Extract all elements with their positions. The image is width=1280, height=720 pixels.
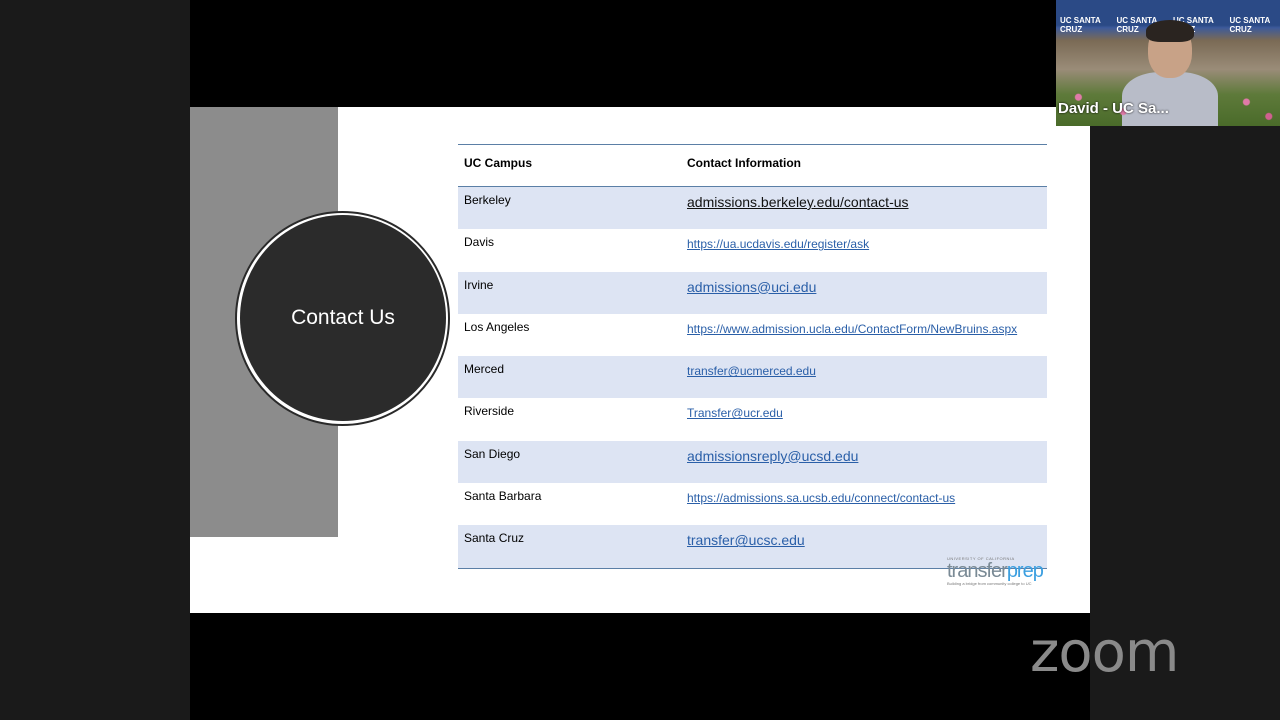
participant-hair [1146,20,1194,42]
contact-link[interactable]: https://admissions.sa.ucsb.edu/connect/c… [687,491,955,505]
table-row: Riverside Transfer@ucr.edu [458,398,1047,440]
campus-cell: Santa Barbara [464,489,542,504]
campus-cell: Riverside [464,404,515,419]
campus-cell: Los Angeles [464,319,530,334]
table-row: Irvine admissions@uci.edu [458,271,1047,314]
table-row: Los Angeles https://www.admission.ucla.e… [458,314,1047,356]
shared-slide: Contact Us UC Campus Contact Information… [190,107,1090,613]
contact-link[interactable]: admissionsreply@ucsd.edu [687,448,858,464]
contact-link[interactable]: Transfer@ucr.edu [687,406,783,420]
campus-cell: Davis [464,235,495,250]
table-header: UC Campus Contact Information [458,145,1047,187]
table-row: Davis https://ua.ucdavis.edu/register/as… [458,229,1047,271]
contact-table: UC Campus Contact Information Berkeley a… [458,144,1047,569]
campus-cell: San Diego [464,446,521,461]
contact-link[interactable]: admissions.berkeley.edu/contact-us [687,194,909,210]
participant-video[interactable]: UC SANTA CRUZ UC SANTA CRUZ UC SANTA CRU… [1056,0,1280,126]
header-contact: Contact Information [687,156,801,170]
table-row: Merced transfer@ucmerced.edu [458,356,1047,399]
transferprep-logo: UNIVERSITY OF CALIFORNIA transferprep Bu… [947,556,1057,586]
campus-cell: Irvine [464,277,494,292]
contact-link[interactable]: https://ua.ucdavis.edu/register/ask [687,237,869,251]
campus-cell: Santa Cruz [464,531,525,546]
logo-wordmark: transferprep [947,560,1044,582]
table-row: San Diego admissionsreply@ucsd.edu [458,440,1047,484]
contact-link[interactable]: https://www.admission.ucla.edu/ContactFo… [687,322,1017,336]
participant-name: David - UC Sa... [1058,100,1169,117]
campus-cell: Merced [464,362,505,377]
zoom-logo: zoom [1030,620,1179,685]
campus-cell: Berkeley [464,193,511,207]
table-row: Santa Barbara https://admissions.sa.ucsb… [458,483,1047,525]
title-circle: Contact Us [240,215,446,421]
table-row: Berkeley admissions.berkeley.edu/contact… [458,187,1047,230]
contact-link[interactable]: admissions@uci.edu [687,279,816,295]
header-campus: UC Campus [464,156,533,170]
slide-title: Contact Us [291,306,395,329]
letterbox-left [0,0,190,720]
contact-link[interactable]: transfer@ucsc.edu [687,532,805,548]
contact-link[interactable]: transfer@ucmerced.edu [687,364,816,378]
